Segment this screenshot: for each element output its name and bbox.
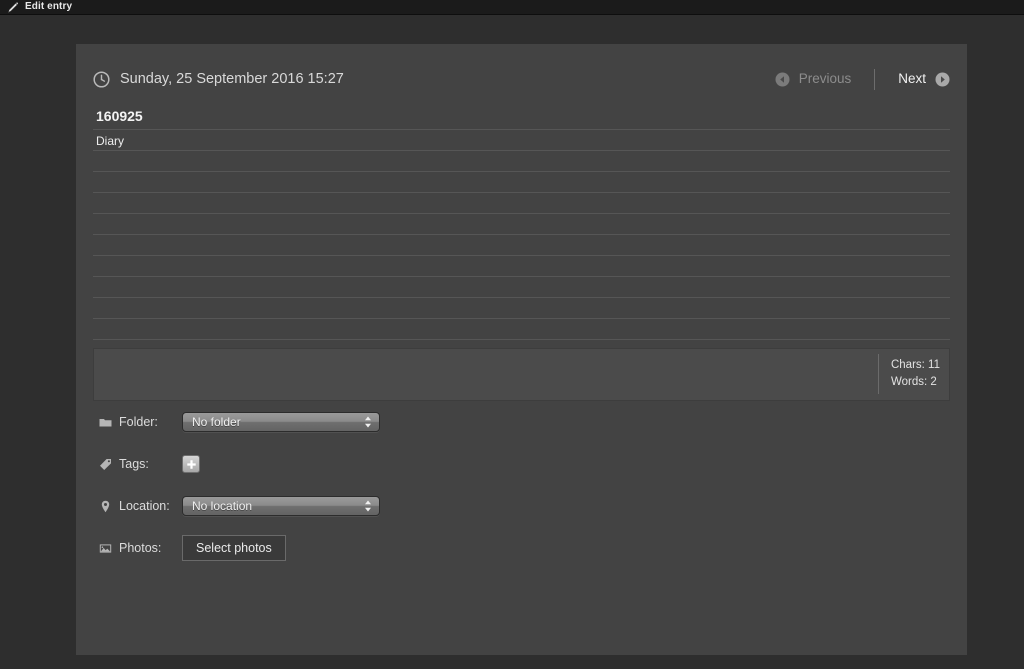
folder-label-group: Folder:	[93, 416, 182, 429]
entry-meta-rows: Folder: No folder Tags: Location: No loc…	[93, 404, 950, 572]
next-label: Next	[898, 71, 926, 87]
edit-entry-window: Sunday, 25 September 2016 15:27 Previous…	[76, 44, 967, 655]
add-tag-button[interactable]	[182, 455, 200, 473]
plus-icon	[186, 459, 196, 469]
entry-title-value: 160925	[96, 107, 143, 124]
menu-title: Edit entry	[25, 1, 73, 12]
chars-count: Chars: 11	[890, 359, 940, 371]
clock-icon	[93, 70, 110, 88]
menu-bar: Edit entry	[0, 0, 1024, 15]
meta-row-photos: Photos: Select photos	[93, 530, 950, 566]
meta-row-location: Location: No location	[93, 488, 950, 524]
map-pin-icon	[101, 500, 110, 512]
previous-label: Previous	[798, 71, 852, 87]
entry-datetime: Sunday, 25 September 2016 15:27	[120, 70, 344, 87]
entry-body-value: Diary	[96, 134, 125, 148]
photo-icon	[99, 543, 112, 553]
entry-stats-group: Chars: 11 Words: 2	[877, 354, 940, 394]
entry-body-textarea[interactable]: Diary	[93, 130, 950, 379]
folder-select[interactable]: No folder	[182, 412, 380, 432]
select-photos-button[interactable]: Select photos	[182, 535, 286, 561]
location-label: Location:	[119, 498, 170, 513]
meta-row-tags: Tags:	[93, 446, 950, 482]
entry-stats-panel: Chars: 11 Words: 2	[93, 348, 950, 401]
tags-label-group: Tags:	[93, 458, 182, 471]
entry-date-block[interactable]: Sunday, 25 September 2016 15:27	[93, 70, 344, 88]
stepper-arrows-icon	[365, 416, 371, 428]
entry-header: Sunday, 25 September 2016 15:27 Previous…	[93, 60, 950, 98]
next-button[interactable]: Next	[898, 72, 950, 87]
pencil-icon	[8, 1, 19, 13]
entry-navigation: Previous Next	[775, 68, 950, 90]
arrow-right-circle-icon	[935, 72, 950, 86]
stepper-arrows-icon	[365, 500, 371, 512]
entry-title-field[interactable]: 160925	[93, 102, 950, 130]
folder-icon	[99, 418, 112, 426]
tags-label: Tags:	[119, 456, 149, 471]
meta-row-folder: Folder: No folder	[93, 404, 950, 440]
folder-select-value: No folder	[192, 415, 241, 429]
previous-button[interactable]: Previous	[775, 71, 852, 87]
words-count: Words: 2	[890, 376, 937, 388]
arrow-left-circle-icon	[775, 72, 790, 86]
nav-separator	[874, 68, 876, 90]
photos-label: Photos:	[119, 540, 162, 555]
location-select[interactable]: No location	[182, 496, 380, 516]
location-select-value: No location	[192, 499, 253, 513]
folder-label: Folder:	[119, 414, 158, 429]
photos-label-group: Photos:	[93, 542, 182, 555]
location-label-group: Location:	[93, 500, 182, 513]
tag-icon	[100, 458, 111, 470]
